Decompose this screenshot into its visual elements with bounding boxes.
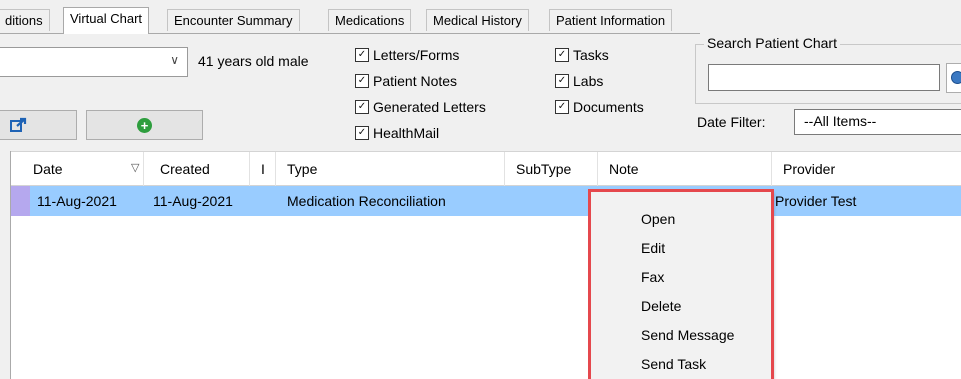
menu-item-send-message[interactable]: Send Message	[591, 321, 771, 350]
column-divider[interactable]	[249, 152, 250, 186]
tab-encounter-summary[interactable]: Encounter Summary	[167, 9, 300, 31]
column-divider[interactable]	[143, 152, 144, 186]
export-icon	[10, 117, 27, 132]
filter-generated-letters[interactable]: ✓ Generated Letters	[355, 99, 486, 115]
filter-patient-notes-label: Patient Notes	[373, 73, 458, 89]
tab-medical-history[interactable]: Medical History	[426, 9, 529, 31]
checkbox-checked-icon: ✓	[355, 100, 369, 114]
filter-letters-forms-label: Letters/Forms	[373, 47, 460, 63]
grid-header: Date ▽ Created I Type SubType Note Provi…	[11, 151, 961, 186]
filter-tasks[interactable]: ✓ Tasks	[555, 47, 609, 63]
column-header-date[interactable]: Date	[33, 152, 63, 186]
column-divider[interactable]	[597, 152, 598, 186]
cell-type: Medication Reconciliation	[287, 193, 446, 209]
column-divider[interactable]	[275, 152, 276, 186]
filter-labs[interactable]: ✓ Labs	[555, 73, 603, 89]
cell-created: 11-Aug-2021	[153, 193, 233, 209]
column-header-created[interactable]: Created	[160, 152, 210, 186]
column-divider[interactable]	[504, 152, 505, 186]
column-header-subtype[interactable]: SubType	[516, 152, 571, 186]
checkbox-checked-icon: ✓	[555, 100, 569, 114]
filter-healthmail[interactable]: ✓ HealthMail	[355, 125, 439, 141]
column-header-provider[interactable]: Provider	[783, 152, 835, 186]
tab-medications[interactable]: Medications	[328, 9, 412, 31]
search-icon	[951, 71, 961, 84]
chart-items-grid: Date ▽ Created I Type SubType Note Provi…	[10, 151, 961, 379]
tab-bar: ditions Virtual Chart Encounter Summary …	[0, 0, 961, 34]
patient-select[interactable]: ∨	[0, 47, 188, 77]
cell-provider: Provider Test	[775, 193, 857, 209]
patient-age-text: 41 years old male	[198, 53, 309, 69]
filter-patient-notes[interactable]: ✓ Patient Notes	[355, 73, 457, 89]
row-indicator[interactable]	[11, 186, 30, 216]
search-patient-chart-legend: Search Patient Chart	[704, 35, 840, 51]
context-menu: Open Edit Fax Delete Send Message Send T…	[590, 191, 772, 379]
add-circle-icon: +	[137, 117, 152, 133]
filter-healthmail-label: HealthMail	[373, 125, 440, 141]
date-filter-label: Date Filter:	[697, 114, 766, 130]
export-button[interactable]	[0, 110, 77, 140]
column-divider[interactable]	[771, 152, 772, 186]
column-header-note[interactable]: Note	[609, 152, 639, 186]
search-patient-chart-group: Search Patient Chart	[695, 35, 961, 104]
tab-conditions[interactable]: ditions	[0, 9, 50, 31]
filter-tasks-label: Tasks	[573, 47, 609, 63]
cell-date: 11-Aug-2021	[37, 193, 117, 209]
date-filter-select[interactable]: --All Items--	[794, 109, 961, 135]
add-item-button[interactable]: +	[86, 110, 203, 140]
menu-item-fax[interactable]: Fax	[591, 263, 771, 292]
checkbox-checked-icon: ✓	[555, 74, 569, 88]
tab-patient-information[interactable]: Patient Information	[549, 9, 673, 31]
search-input[interactable]	[708, 64, 940, 91]
column-header-i[interactable]: I	[261, 152, 265, 186]
table-row[interactable]: 11-Aug-2021 11-Aug-2021 Medication Recon…	[11, 186, 961, 216]
filter-documents-label: Documents	[573, 99, 644, 115]
column-header-type[interactable]: Type	[287, 152, 317, 186]
sort-descending-icon[interactable]: ▽	[131, 152, 139, 184]
search-button[interactable]	[946, 63, 961, 93]
menu-item-edit[interactable]: Edit	[591, 234, 771, 263]
menu-item-open[interactable]: Open	[591, 205, 771, 234]
checkbox-checked-icon: ✓	[555, 48, 569, 62]
menu-item-send-task[interactable]: Send Task	[591, 350, 771, 379]
menu-item-delete[interactable]: Delete	[591, 292, 771, 321]
checkbox-checked-icon: ✓	[355, 74, 369, 88]
checkbox-checked-icon: ✓	[355, 126, 369, 140]
filter-letters-forms[interactable]: ✓ Letters/Forms	[355, 47, 459, 63]
checkbox-checked-icon: ✓	[355, 48, 369, 62]
chevron-down-icon[interactable]: ∨	[170, 53, 179, 67]
tab-virtual-chart[interactable]: Virtual Chart	[63, 7, 150, 34]
filter-labs-label: Labs	[573, 73, 604, 89]
filter-documents[interactable]: ✓ Documents	[555, 99, 644, 115]
filter-generated-letters-label: Generated Letters	[373, 99, 486, 115]
